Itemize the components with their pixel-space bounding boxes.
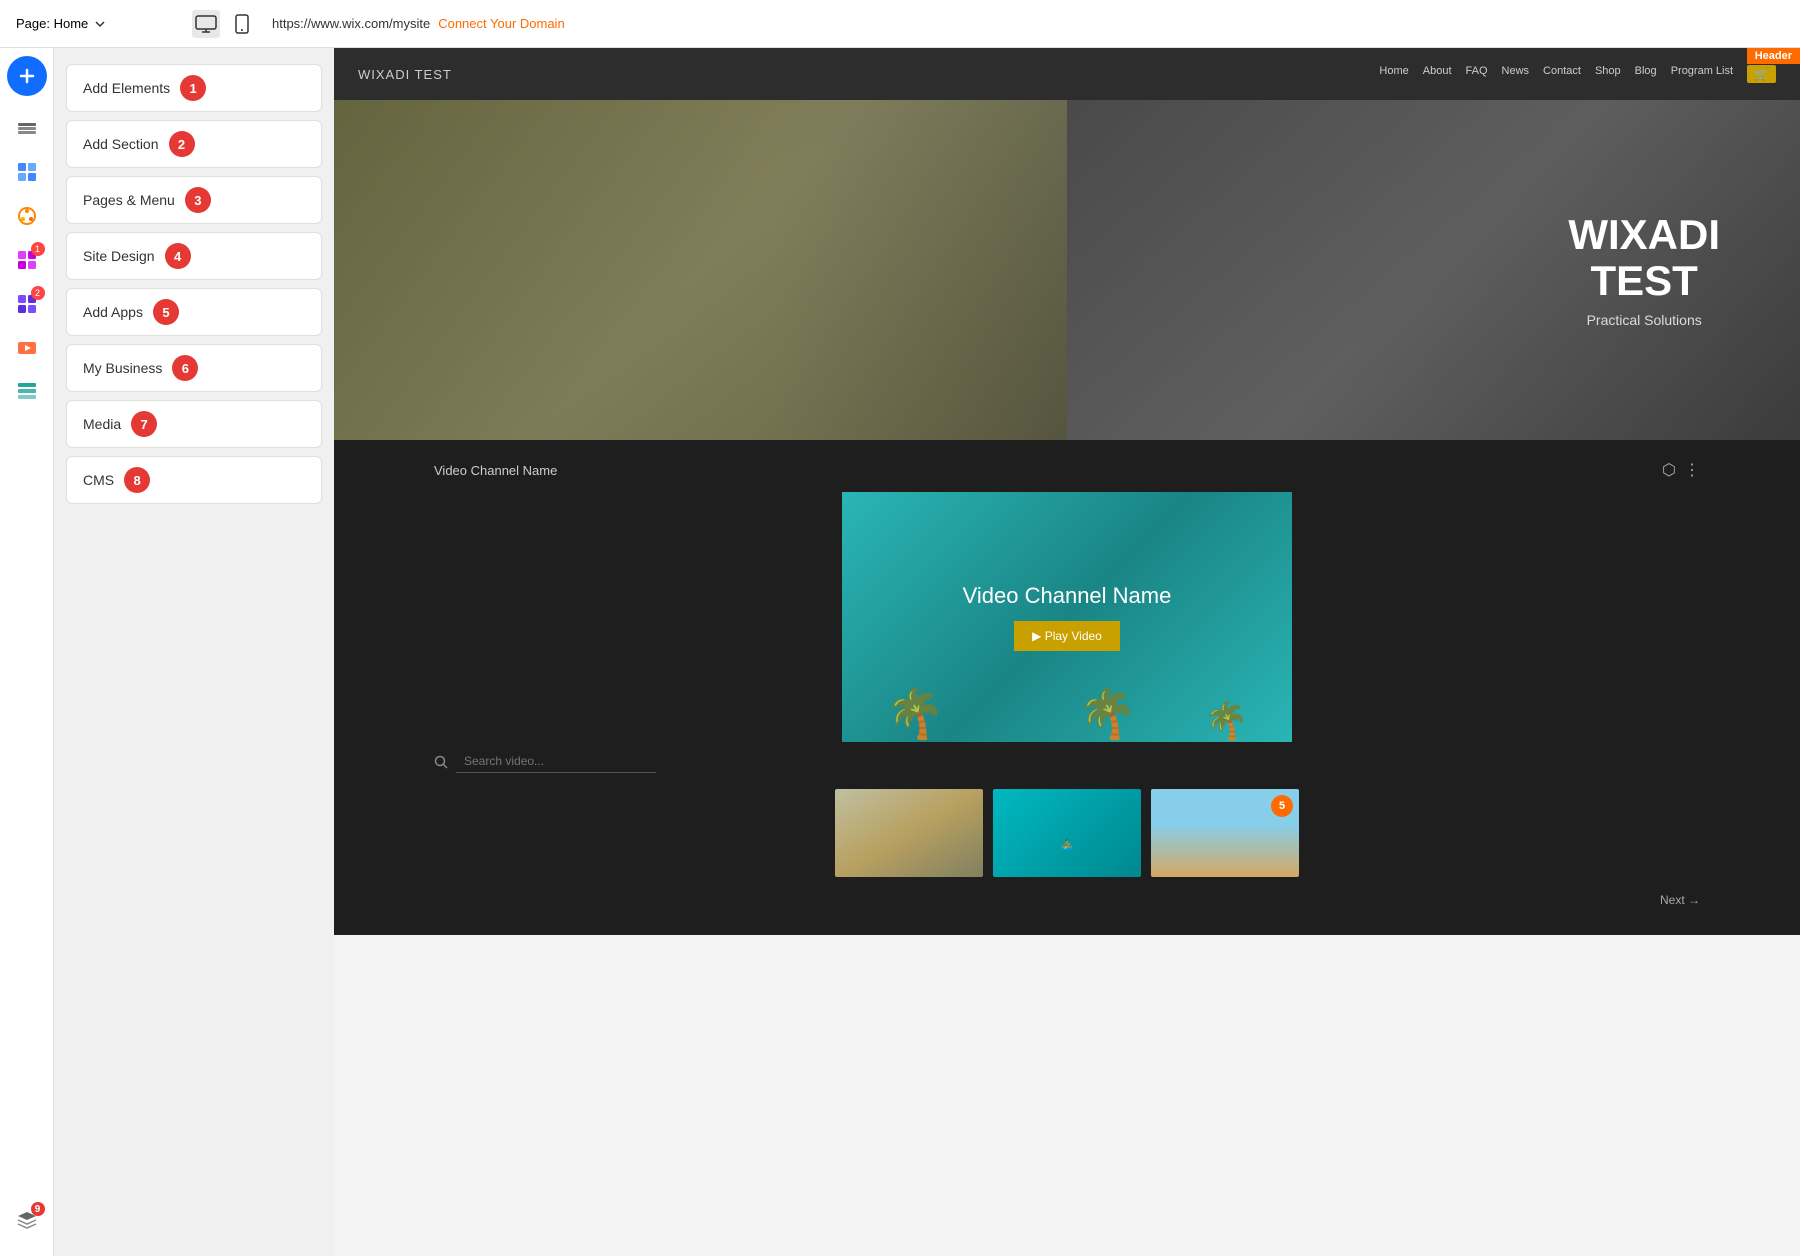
nav-about[interactable]: About: [1423, 65, 1452, 83]
video-channel-actions[interactable]: ⬡ ⋮: [1662, 460, 1700, 480]
header-label: Header: [1747, 48, 1800, 64]
site-nav: Home About FAQ News Contact Shop Blog Pr…: [1379, 65, 1776, 83]
kayak-icon: 🚣: [1061, 840, 1073, 851]
step-badge-4: 4: [165, 243, 191, 269]
step-badge-2: 2: [169, 131, 195, 157]
video-thumbnails: 🚣 5: [334, 781, 1800, 885]
add-button[interactable]: [7, 56, 47, 96]
share-icon[interactable]: ⬡: [1662, 460, 1676, 480]
hero-subtitle: Practical Solutions: [1568, 312, 1720, 328]
channel-name: Video Channel Name: [434, 463, 557, 478]
panel-item-media[interactable]: Media 7: [66, 400, 322, 448]
next-label[interactable]: Next →: [1660, 893, 1700, 907]
panel-item-label: Add Section: [83, 136, 159, 152]
nav-news[interactable]: News: [1502, 65, 1530, 83]
panel-item-site-design[interactable]: Site Design 4: [66, 232, 322, 280]
site-preview: WIXADI TEST Home About FAQ News Contact …: [334, 48, 1800, 1256]
mobile-icon[interactable]: [228, 10, 256, 38]
layers-badge: 9: [31, 1202, 45, 1216]
palm-right: 🌴: [1078, 685, 1138, 742]
site-logo: WIXADI TEST: [358, 67, 452, 82]
video-main[interactable]: 🌴 🌴 🌴 Video Channel Name ▶ Play Video: [842, 492, 1292, 742]
play-video-button[interactable]: ▶ Play Video: [1014, 621, 1120, 651]
top-bar: Page: Home https://www.wix.com/mysite Co…: [0, 0, 1800, 48]
palm-left: 🌴: [885, 685, 945, 742]
hero-title: WIXADI TEST: [1568, 212, 1720, 304]
chevron-down-icon: [94, 18, 106, 30]
panel: Add Elements 1 Add Section 2 Pages & Men…: [54, 48, 334, 1256]
sidebar-icon-design[interactable]: [7, 196, 47, 236]
thumb-number: 5: [1271, 795, 1293, 817]
sidebar-icon-layers-bottom[interactable]: 9: [7, 1200, 47, 1240]
video-thumb-taxi[interactable]: [835, 789, 983, 877]
hero-section: WIXADI TEST Practical Solutions: [334, 100, 1800, 440]
hero-title-line1: WIXADI: [1568, 212, 1720, 258]
nav-contact[interactable]: Contact: [1543, 65, 1581, 83]
search-icon: [434, 755, 448, 769]
step-badge-3: 3: [185, 187, 211, 213]
sidebar-icon-apps[interactable]: 1: [7, 240, 47, 280]
palm-far-right: 🌴: [1204, 700, 1249, 742]
panel-item-cms[interactable]: CMS 8: [66, 456, 322, 504]
desktop-icon[interactable]: [192, 10, 220, 38]
nav-shop[interactable]: Shop: [1595, 65, 1621, 83]
dots-icon[interactable]: ⋮: [1684, 460, 1700, 480]
hero-title-line2: TEST: [1568, 258, 1720, 304]
apps-badge: 1: [31, 242, 45, 256]
step-badge-5: 5: [153, 299, 179, 325]
sidebar-icon-cms[interactable]: [7, 372, 47, 412]
panel-item-label: Add Elements: [83, 80, 170, 96]
url-bar: https://www.wix.com/mysite Connect Your …: [272, 16, 1784, 31]
nav-faq[interactable]: FAQ: [1466, 65, 1488, 83]
panel-item-pages-menu[interactable]: Pages & Menu 3: [66, 176, 322, 224]
panel-item-add-section[interactable]: Add Section 2: [66, 120, 322, 168]
panel-item-label: Pages & Menu: [83, 192, 175, 208]
icon-sidebar: 1 2 9: [0, 48, 54, 1256]
search-video-input[interactable]: [456, 750, 656, 773]
cart-icon[interactable]: 🛒: [1747, 65, 1776, 83]
video-title-overlay: Video Channel Name: [963, 583, 1172, 609]
device-icons: [192, 10, 256, 38]
sidebar-icon-business[interactable]: 2: [7, 284, 47, 324]
panel-item-label: Site Design: [83, 248, 155, 264]
hero-bg-left: [334, 100, 1067, 440]
page-selector[interactable]: Page: Home: [16, 16, 176, 31]
panel-item-add-elements[interactable]: Add Elements 1: [66, 64, 322, 112]
search-bar: [334, 742, 1800, 781]
panel-item-add-apps[interactable]: Add Apps 5: [66, 288, 322, 336]
panel-item-label: CMS: [83, 472, 114, 488]
panel-item-label: Add Apps: [83, 304, 143, 320]
icon-sidebar-bottom: 9: [7, 1200, 47, 1248]
sidebar-icon-elements[interactable]: [7, 152, 47, 192]
preview-area[interactable]: WIXADI TEST Home About FAQ News Contact …: [334, 48, 1800, 1256]
page-label: Page: Home: [16, 16, 88, 31]
panel-item-label: My Business: [83, 360, 162, 376]
step-badge-7: 7: [131, 411, 157, 437]
connect-domain-link[interactable]: Connect Your Domain: [438, 16, 564, 31]
step-badge-6: 6: [172, 355, 198, 381]
url-text: https://www.wix.com/mysite: [272, 16, 430, 31]
business-badge: 2: [31, 286, 45, 300]
panel-item-my-business[interactable]: My Business 6: [66, 344, 322, 392]
nav-blog[interactable]: Blog: [1635, 65, 1657, 83]
main-area: 1 2 9 Add Elements 1 Add Sectio: [0, 48, 1800, 1256]
sidebar-icon-layers[interactable]: [7, 108, 47, 148]
video-thumb-ocean[interactable]: 🚣: [993, 789, 1141, 877]
hero-content: WIXADI TEST Practical Solutions: [1568, 212, 1720, 328]
next-row[interactable]: Next →: [334, 885, 1800, 915]
sidebar-icon-media[interactable]: [7, 328, 47, 368]
palm-trees-decoration: 🌴 🌴 🌴: [842, 492, 1292, 742]
video-thumb-beach[interactable]: 5: [1151, 789, 1299, 877]
video-section: Video Channel Name ⬡ ⋮ 🌴 🌴 🌴 Video Chann: [334, 440, 1800, 935]
panel-item-label: Media: [83, 416, 121, 432]
nav-home[interactable]: Home: [1379, 65, 1408, 83]
step-badge-8: 8: [124, 467, 150, 493]
step-badge-1: 1: [180, 75, 206, 101]
nav-program-list[interactable]: Program List: [1671, 65, 1733, 83]
site-header: WIXADI TEST Home About FAQ News Contact …: [334, 48, 1800, 100]
video-channel-header: Video Channel Name ⬡ ⋮: [334, 460, 1800, 492]
